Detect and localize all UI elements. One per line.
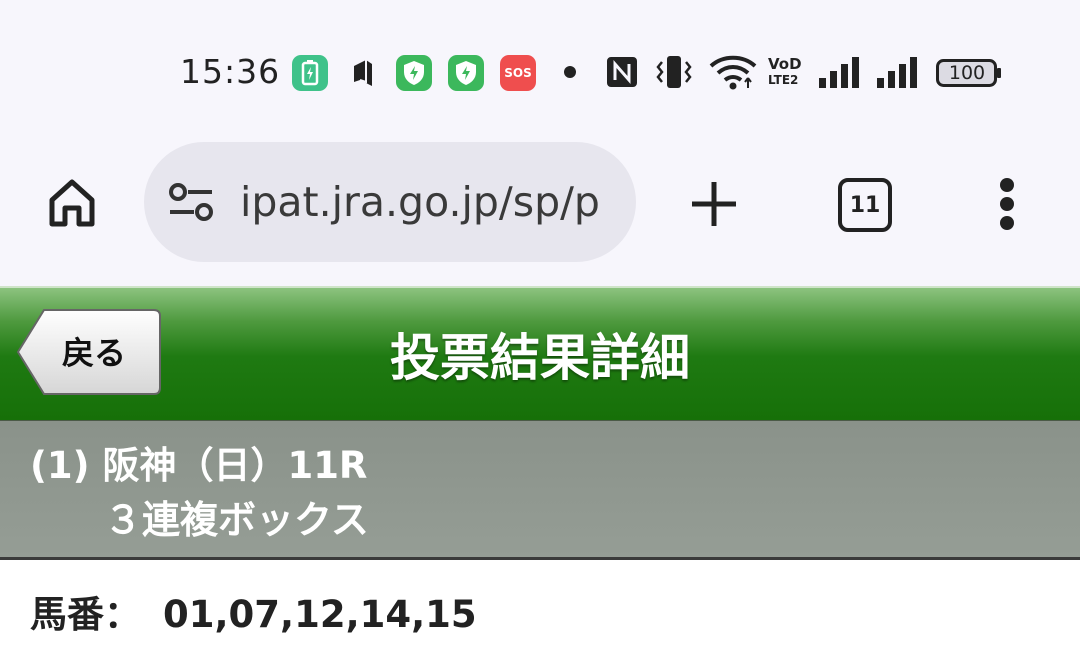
vibrate-icon [654,54,694,94]
more-vert-icon [1000,178,1014,192]
browser-toolbar: ipat.jra.go.jp/sp/p 11 [0,140,1080,286]
dot-icon [564,66,576,78]
home-button[interactable] [44,174,100,230]
address-bar[interactable]: ipat.jra.go.jp/sp/p [144,142,636,262]
new-tab-button[interactable] [686,176,742,232]
signal-icon [876,56,920,92]
page-title: 投票結果詳細 [390,329,690,387]
url-text[interactable]: ipat.jra.go.jp/sp/p [240,178,600,226]
status-bar: 15:36 SOS VoD LTE2 100 [0,0,1080,140]
shield-app-icon [448,55,484,91]
status-time: 15:36 [180,52,281,91]
shield-app-icon [396,55,432,91]
sos-icon: SOS [500,55,536,91]
page-header: 戻る 投票結果詳細 [0,286,1080,423]
horse-numbers-row: 馬番： 01,07,12,14,15 [30,584,477,638]
battery-icon: 100 [936,59,1002,87]
more-menu-button[interactable] [994,176,1022,232]
nfc-icon [606,56,638,92]
bet-type: ３連複ボックス [104,498,369,542]
signal-icon [818,56,862,92]
battery-saver-icon [292,55,328,91]
site-settings-icon[interactable] [168,182,214,222]
horse-numbers-value: 01,07,12,14,15 [163,593,477,636]
home-icon [49,179,95,227]
plus-icon [692,182,736,226]
race-name: (1) 阪神（日）11R [30,444,368,487]
horse-numbers-label: 馬番： [30,593,141,636]
volte-icon: VoD LTE2 [768,56,808,90]
wifi-icon [708,54,758,94]
battery-level: 100 [948,62,986,84]
tab-switcher-button[interactable]: 11 [838,178,892,232]
race-info-bar: (1) 阪神（日）11R ３連複ボックス [0,421,1080,560]
volte-label-top: VoD [768,55,802,73]
volte-label-bottom: LTE2 [768,73,799,87]
app-icon [352,58,374,88]
